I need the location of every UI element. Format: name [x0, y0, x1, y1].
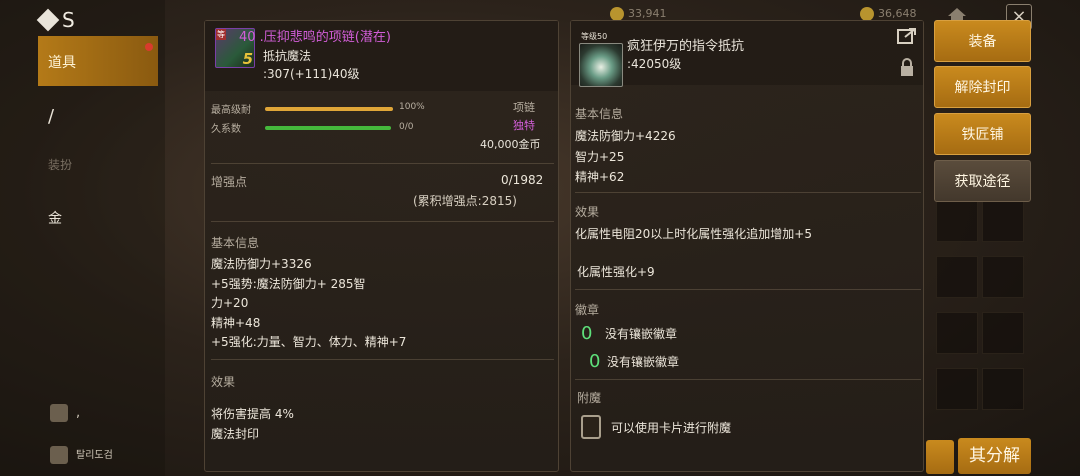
inventory-slot[interactable]	[936, 368, 978, 410]
stat-line: 智力+25	[575, 150, 625, 164]
emblem-count: 0	[589, 351, 601, 372]
emblem-count: 0	[581, 323, 593, 344]
sidebar-bottom-item-1[interactable]: ,	[50, 404, 80, 422]
equipped-item-panel: 等 5 40 .压抑悲鸣的项链(潜在) 抵抗魔法 :307(+111)40级 最…	[204, 20, 559, 472]
item-resist: :42050级	[627, 57, 682, 71]
sidebar-bottom-item-2[interactable]: 탈리도검	[50, 446, 113, 464]
inventory-slot[interactable]	[982, 312, 1024, 354]
compare-item-panel: 等级50 疯狂伊万的指令抵抗 :42050级 基本信息 魔法防御力+4226 智…	[570, 20, 924, 472]
endurance-bar-fill	[265, 126, 391, 130]
enhance-label: 增强点	[211, 175, 248, 189]
dismantle-button[interactable]: 其分解	[958, 438, 1031, 474]
effect-title: 效果	[575, 205, 600, 219]
slot-type: 项链	[513, 101, 535, 114]
divider	[575, 192, 921, 193]
sidebar-item-costume[interactable]: 装扮	[38, 140, 158, 190]
item-name: 疯狂伊万的指令抵抗	[627, 39, 745, 54]
divider	[575, 289, 921, 290]
obtain-route-button[interactable]: 获取途径	[934, 160, 1031, 202]
basic-info-title: 基本信息	[211, 236, 260, 250]
inventory-slot[interactable]	[936, 200, 978, 242]
item-header	[571, 21, 923, 85]
equip-button[interactable]: 装备	[934, 20, 1031, 62]
sword-icon	[50, 446, 68, 464]
inventory-slot[interactable]	[982, 200, 1024, 242]
enchant-text: 可以使用卡片进行附魔	[611, 421, 732, 435]
bottom-action-button[interactable]	[926, 440, 954, 474]
diamond-icon	[36, 8, 60, 32]
card-slot-icon[interactable]	[581, 415, 601, 439]
emblem-slot: 没有镶嵌徽章	[605, 327, 678, 341]
effect-title: 效果	[211, 375, 236, 389]
item-name: 40 .压抑悲鸣的项链(潜在)	[239, 30, 391, 45]
unseal-button[interactable]: 解除封印	[934, 66, 1031, 108]
effect-line: 化属性强化+9	[577, 265, 655, 279]
sidebar-item-items[interactable]: 道具	[38, 36, 158, 86]
effect-line: 魔法封印	[211, 427, 260, 441]
enchant-title: 附魔	[577, 391, 602, 405]
currency-2: 36,648	[860, 7, 917, 21]
durability-bar-fill	[265, 107, 393, 111]
item-price: 40,000金币	[480, 138, 541, 151]
stat-line: 力+20	[211, 296, 249, 310]
durability-value: 100%	[399, 102, 425, 112]
stat-line: +5强势:魔法防御力+ 285智	[211, 277, 366, 291]
enhance-value: 0/1982	[501, 173, 544, 187]
endurance-label: 久系数	[211, 124, 241, 135]
currency-1: 33,941	[610, 7, 667, 21]
coin-icon	[610, 7, 624, 21]
coin-icon	[860, 7, 874, 21]
durability-label: 最高级耐	[211, 105, 251, 116]
lock-icon[interactable]	[899, 57, 915, 77]
item-subtitle: 抵抗魔法	[263, 49, 312, 63]
stat-line: 精神+48	[211, 316, 261, 330]
rarity-label: 独特	[513, 119, 535, 132]
inventory-grid	[930, 200, 1030, 450]
effect-line: 化属性电阻20以上时化属性强化追加增加+5	[575, 227, 812, 241]
durability-bar	[265, 107, 393, 111]
divider	[211, 221, 554, 222]
inventory-slot[interactable]	[982, 256, 1024, 298]
inventory-slot[interactable]	[982, 368, 1024, 410]
inventory-slot[interactable]	[936, 256, 978, 298]
divider	[575, 379, 921, 380]
sidebar-item-slash[interactable]: /	[38, 90, 158, 140]
app-logo: S	[36, 8, 76, 32]
stat-line: +5强化:力量、智力、体力、精神+7	[211, 335, 407, 349]
basic-info-title: 基本信息	[575, 107, 624, 121]
share-icon[interactable]	[897, 27, 917, 45]
item-icon	[50, 404, 68, 422]
item-resist: :307(+111)40级	[263, 67, 360, 81]
endurance-value: 0/0	[399, 122, 414, 132]
divider	[211, 359, 554, 360]
stat-line: 精神+62	[575, 170, 625, 184]
effect-line: 将伤害提高 4%	[211, 407, 294, 421]
enhance-total: (累积增强点:2815)	[413, 194, 517, 208]
stat-line: 魔法防御力+4226	[575, 129, 676, 143]
divider	[211, 163, 554, 164]
blacksmith-button[interactable]: 铁匠铺	[934, 113, 1031, 155]
endurance-bar	[265, 126, 391, 130]
ring-item-icon	[579, 43, 623, 87]
item-level-tag: 等级50	[581, 32, 608, 41]
sidebar-item-gold[interactable]: 金	[38, 192, 158, 242]
stat-line: 魔法防御力+3326	[211, 257, 312, 271]
inventory-slot[interactable]	[936, 312, 978, 354]
notification-dot	[145, 43, 153, 51]
emblem-slot: 没有镶嵌徽章	[607, 355, 680, 369]
emblem-title: 徽章	[575, 303, 600, 317]
